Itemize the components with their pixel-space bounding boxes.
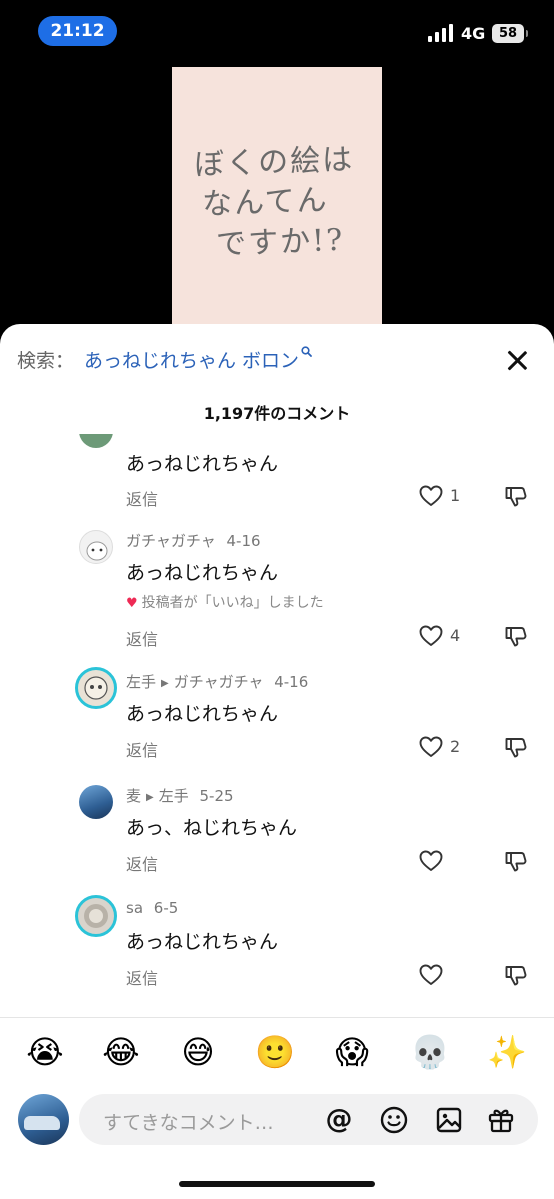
- thumbs-down-icon[interactable]: [503, 848, 529, 874]
- my-avatar[interactable]: [18, 1094, 69, 1145]
- divider: [0, 1017, 554, 1018]
- comment-date: 5-25: [199, 787, 234, 805]
- comment-input-placeholder: すてきなコメント…: [103, 1112, 274, 1134]
- video-text-line3: ですか!?: [215, 222, 345, 263]
- heart-icon[interactable]: [418, 734, 444, 760]
- avatar[interactable]: [75, 667, 117, 709]
- comment-author[interactable]: ガチャガチャ: [126, 532, 216, 550]
- thumbs-down-icon[interactable]: [503, 962, 529, 988]
- comment-list[interactable]: あっねじれちゃん 返信 1 ガチャガチャ 4-16 あっねじれちゃん ♥ 投稿者が…: [0, 434, 554, 1019]
- home-indicator: [179, 1181, 375, 1187]
- image-icon[interactable]: [434, 1105, 464, 1135]
- comment-date: 6-5: [153, 899, 179, 917]
- emoji-sweat-smile-button[interactable]: 😅: [178, 1032, 218, 1072]
- search-label: 検索：: [17, 349, 75, 372]
- thumbs-down-icon[interactable]: [503, 623, 529, 649]
- comment-meta: 左手 ▶ ガチャガチャ 4-16: [126, 671, 308, 692]
- emoji-scream-button[interactable]: 😱: [332, 1032, 372, 1072]
- comment-text: あっねじれちゃん: [126, 703, 279, 725]
- heart-filled-icon: ♥: [126, 596, 138, 611]
- comments-sheet: 検索： あっねじれちゃん ボロン 1,197件のコメント あっねじれちゃん 返信…: [0, 324, 554, 1199]
- emoji-sparkles-button[interactable]: ✨: [487, 1032, 527, 1072]
- mention-button[interactable]: @: [324, 1105, 354, 1135]
- creator-liked-badge: ♥ 投稿者が「いいね」しました: [126, 592, 324, 612]
- avatar[interactable]: [79, 785, 113, 819]
- reply-button[interactable]: 返信: [126, 737, 158, 761]
- comment-meta: 麦 ▶ 左手 5-25: [126, 785, 234, 806]
- thumbs-down-icon[interactable]: [503, 483, 529, 509]
- creator-liked-text: 投稿者が「いいね」しました: [141, 595, 324, 611]
- comment-author[interactable]: sa: [126, 899, 143, 917]
- comment-composer: すてきなコメント… @: [0, 1092, 554, 1148]
- network-label: 4G: [461, 24, 486, 43]
- comment-date: 4-16: [274, 673, 309, 691]
- comment-meta: sa 6-5: [126, 899, 178, 917]
- comment-count: 1,197件のコメント: [203, 404, 351, 423]
- comment-author[interactable]: 麦: [126, 787, 141, 805]
- like-count: 1: [450, 486, 461, 505]
- avatar[interactable]: [79, 434, 113, 448]
- gift-icon[interactable]: [486, 1105, 516, 1135]
- reply-button[interactable]: 返信: [126, 851, 158, 875]
- comment-input[interactable]: すてきなコメント… @: [79, 1094, 538, 1145]
- emoji-crying-button[interactable]: 😭: [25, 1032, 65, 1072]
- heart-icon[interactable]: [418, 962, 444, 988]
- comment-text: あっねじれちゃん: [126, 562, 279, 584]
- heart-icon[interactable]: [418, 623, 444, 649]
- thumbs-down-icon[interactable]: [503, 734, 529, 760]
- status-time: 21:12: [38, 16, 117, 46]
- search-icon: [301, 346, 312, 360]
- signal-icon: [428, 24, 454, 42]
- status-bar: 21:12 4G 58: [0, 0, 554, 64]
- search-suggestion[interactable]: 検索： あっねじれちゃん ボロン: [17, 344, 312, 374]
- emoji-slight-smile-button[interactable]: 🙂: [255, 1032, 295, 1072]
- battery-icon: 58: [492, 24, 528, 43]
- avatar[interactable]: [79, 530, 113, 564]
- reply-button[interactable]: 返信: [126, 486, 158, 510]
- heart-icon[interactable]: [418, 483, 444, 509]
- reply-arrow-icon: ▶: [161, 678, 169, 689]
- reply-to-author[interactable]: ガチャガチャ: [174, 673, 264, 691]
- emoji-tears-of-joy-button[interactable]: 😂: [101, 1032, 141, 1072]
- quick-emoji-bar: 😭 😂 😅 🙂 😱 💀 ✨: [0, 1032, 554, 1074]
- search-query-link[interactable]: あっねじれちゃん ボロン: [84, 346, 299, 373]
- comment-date: 4-16: [226, 532, 261, 550]
- like-count: 2: [450, 737, 461, 756]
- reply-button[interactable]: 返信: [126, 965, 158, 989]
- emoji-skull-button[interactable]: 💀: [410, 1032, 450, 1072]
- avatar[interactable]: [75, 895, 117, 937]
- reply-to-author[interactable]: 左手: [159, 787, 189, 805]
- reply-button[interactable]: 返信: [126, 626, 158, 650]
- comment-text: あっ、ねじれちゃん: [126, 817, 298, 839]
- comment-text: あっねじれちゃん: [126, 453, 279, 475]
- comment-author[interactable]: 左手: [126, 673, 156, 691]
- comment-text: あっねじれちゃん: [126, 931, 279, 953]
- reply-arrow-icon: ▶: [146, 792, 154, 803]
- like-count: 4: [450, 626, 461, 645]
- heart-icon[interactable]: [418, 848, 444, 874]
- close-icon[interactable]: [502, 346, 532, 376]
- comment-meta: ガチャガチャ 4-16: [126, 530, 261, 551]
- emoji-picker-icon[interactable]: [379, 1105, 409, 1135]
- video-preview[interactable]: ぼくの絵は なんてん ですか!?: [172, 67, 382, 347]
